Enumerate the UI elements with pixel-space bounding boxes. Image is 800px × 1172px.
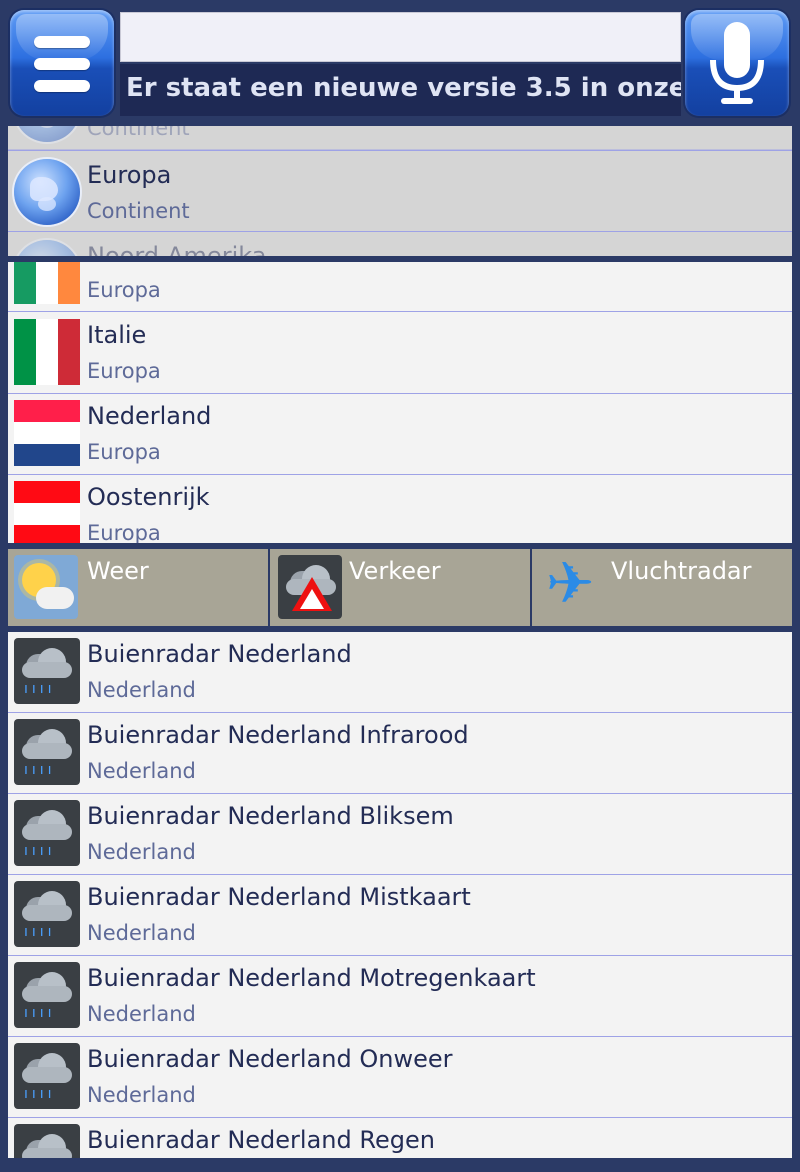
rain-cloud-icon: ıııı bbox=[14, 962, 80, 1028]
hamburger-menu-icon bbox=[34, 36, 90, 48]
list-item[interactable]: ıııı Buienradar Nederland Mistkaart Nede… bbox=[8, 875, 792, 956]
radar-country: Nederland bbox=[87, 921, 196, 945]
tab-label: Vluchtradar bbox=[611, 557, 752, 585]
radar-country: Nederland bbox=[87, 759, 196, 783]
country-item[interactable]: Italie Europa bbox=[8, 313, 792, 394]
country-region: Europa bbox=[87, 278, 161, 302]
flag-italy-icon bbox=[14, 319, 80, 385]
rain-cloud-icon: ıııı bbox=[14, 1043, 80, 1109]
hamburger-line bbox=[34, 58, 90, 70]
continent-item-selected[interactable]: Europa Continent bbox=[8, 150, 792, 232]
continent-type: Continent bbox=[87, 126, 190, 140]
continent-item[interactable]: Noord-Amerika bbox=[8, 234, 792, 256]
list-item[interactable]: ıııı Buienradar Nederland Onweer Nederla… bbox=[8, 1037, 792, 1118]
rain-cloud-icon: ıııı bbox=[14, 638, 80, 704]
continent-name: Europa bbox=[87, 161, 172, 189]
rain-cloud-icon: ıııı bbox=[14, 1124, 80, 1158]
radar-title: Buienradar Nederland Motregenkaart bbox=[87, 964, 536, 992]
radar-title: Buienradar Nederland Mistkaart bbox=[87, 883, 471, 911]
tab-label: Weer bbox=[87, 557, 149, 585]
radar-country: Nederland bbox=[87, 1083, 196, 1107]
radar-country: Nederland bbox=[87, 1002, 196, 1026]
traffic-warning-icon bbox=[278, 555, 342, 619]
country-item[interactable]: Nederland Europa bbox=[8, 394, 792, 475]
ticker-text: Er staat een nieuwe versie 3.5 in onze G… bbox=[126, 73, 681, 103]
search-input[interactable] bbox=[120, 12, 681, 62]
country-region: Europa bbox=[87, 359, 161, 383]
country-name: Oostenrijk bbox=[87, 483, 210, 511]
country-name: Italie bbox=[87, 321, 147, 349]
rain-cloud-icon: ıııı bbox=[14, 800, 80, 866]
menu-button[interactable] bbox=[10, 10, 114, 116]
weather-icon bbox=[14, 555, 78, 619]
microphone-icon bbox=[710, 22, 764, 104]
globe-icon bbox=[14, 126, 80, 142]
country-item[interactable]: Europa bbox=[8, 262, 792, 312]
tab-label: Verkeer bbox=[349, 557, 441, 585]
country-list[interactable]: Europa Italie Europa Nederland Europa Oo… bbox=[8, 262, 792, 543]
tab-verkeer[interactable]: Verkeer bbox=[270, 549, 532, 626]
radar-list[interactable]: ıııı Buienradar Nederland Nederland ıııı… bbox=[8, 632, 792, 1158]
flag-ireland-icon bbox=[14, 262, 80, 304]
radar-title: Buienradar Nederland bbox=[87, 640, 352, 668]
tab-weer[interactable]: Weer bbox=[8, 549, 270, 626]
list-item[interactable]: ıııı Buienradar Nederland Nederland bbox=[8, 632, 792, 713]
news-ticker: Er staat een nieuwe versie 3.5 in onze G… bbox=[120, 64, 681, 116]
tab-vluchtradar[interactable]: ✈ Vluchtradar bbox=[532, 549, 792, 626]
country-item[interactable]: Oostenrijk Europa bbox=[8, 475, 792, 543]
continent-item[interactable]: Continent bbox=[8, 126, 792, 150]
globe-europe-icon bbox=[14, 159, 80, 225]
list-item[interactable]: ıııı Buienradar Nederland Infrarood Nede… bbox=[8, 713, 792, 794]
country-region: Europa bbox=[87, 440, 161, 464]
radar-title: Buienradar Nederland Regen bbox=[87, 1126, 435, 1154]
radar-title: Buienradar Nederland Infrarood bbox=[87, 721, 469, 749]
radar-title: Buienradar Nederland Bliksem bbox=[87, 802, 454, 830]
globe-icon bbox=[14, 240, 80, 256]
rain-cloud-icon: ıııı bbox=[14, 881, 80, 947]
list-item[interactable]: ıııı Buienradar Nederland Bliksem Nederl… bbox=[8, 794, 792, 875]
radar-title: Buienradar Nederland Onweer bbox=[87, 1045, 453, 1073]
list-item[interactable]: ıııı Buienradar Nederland Regen bbox=[8, 1118, 792, 1158]
category-tabs: Weer Verkeer ✈ Vluchtradar bbox=[8, 549, 792, 626]
list-item[interactable]: ıııı Buienradar Nederland Motregenkaart … bbox=[8, 956, 792, 1037]
rain-cloud-icon: ıııı bbox=[14, 719, 80, 785]
top-bar: Er staat een nieuwe versie 3.5 in onze G… bbox=[0, 0, 800, 126]
flag-netherlands-icon bbox=[14, 400, 80, 466]
continent-type: Continent bbox=[87, 199, 190, 223]
voice-search-button[interactable] bbox=[685, 10, 789, 116]
hamburger-line bbox=[34, 80, 90, 92]
country-name: Nederland bbox=[87, 402, 212, 430]
continent-name: Noord-Amerika bbox=[87, 242, 267, 256]
continent-picker[interactable]: Continent Europa Continent Noord-Amerika bbox=[8, 126, 792, 256]
airplane-icon: ✈ bbox=[545, 549, 595, 617]
radar-country: Nederland bbox=[87, 840, 196, 864]
radar-country: Nederland bbox=[87, 678, 196, 702]
flag-austria-icon bbox=[14, 481, 80, 543]
country-region: Europa bbox=[87, 521, 161, 543]
